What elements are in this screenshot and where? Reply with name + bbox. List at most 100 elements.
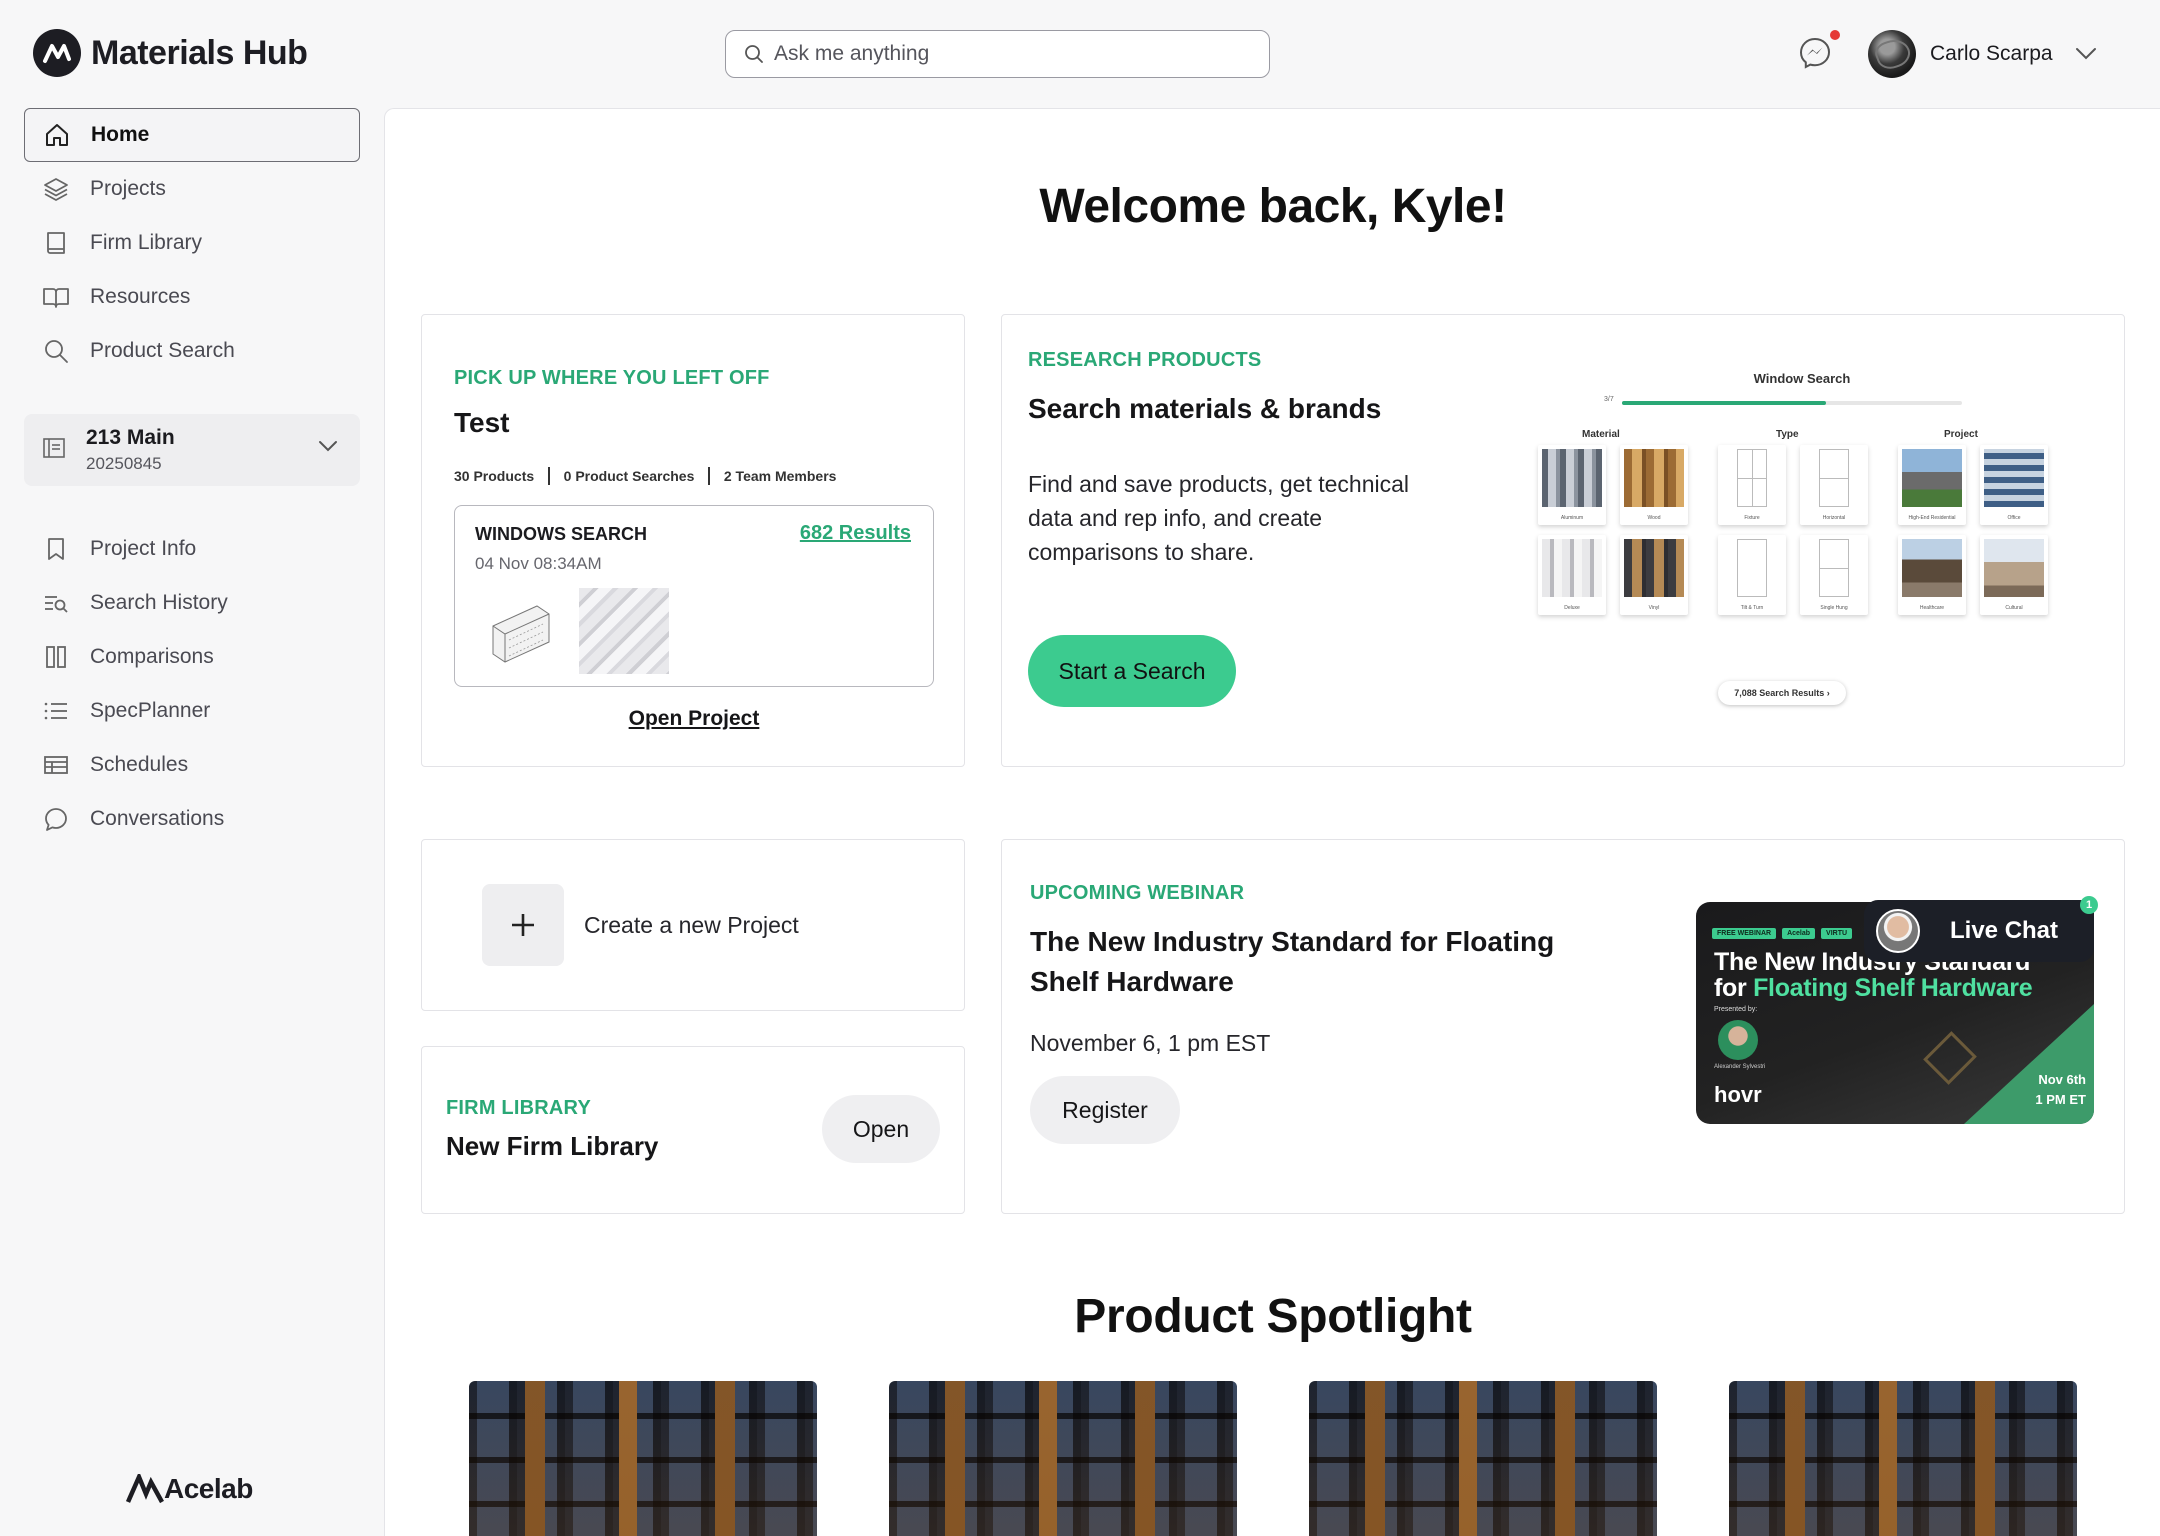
register-button[interactable]: Register: [1030, 1076, 1180, 1144]
search-preview-illustration: Window Search 3/7 Material Type Project …: [1522, 371, 2082, 711]
spotlight-product-card[interactable]: [1309, 1381, 1657, 1536]
pickup-project-title: Test: [454, 407, 510, 438]
bookmark-icon: [42, 535, 70, 563]
sidebar-item-firm-library[interactable]: Firm Library: [24, 216, 360, 270]
speaker-name: Alexander Sylvestri: [1714, 1064, 1766, 1070]
app-name: Materials Hub: [91, 33, 308, 72]
sidebar-item-search-history[interactable]: Search History: [24, 576, 360, 630]
preview-tile: Fixture: [1718, 445, 1786, 525]
banner-headline-accent: Floating Shelf Hardware: [1753, 974, 2033, 1002]
preview-tile-label: Wood: [1647, 515, 1661, 521]
preview-tile: Office: [1980, 445, 2048, 525]
start-search-button[interactable]: Start a Search: [1028, 635, 1236, 707]
search-input[interactable]: [774, 42, 1254, 66]
open-project-link[interactable]: Open Project: [422, 707, 966, 731]
project-selector[interactable]: 213 Main 20250845: [24, 414, 360, 486]
sidebar-item-project-info[interactable]: Project Info: [24, 522, 360, 576]
spotlight-product-card[interactable]: [1729, 1381, 2077, 1536]
sidebar-item-specplanner[interactable]: SpecPlanner: [24, 684, 360, 738]
messages-button[interactable]: [1798, 30, 1840, 72]
search-icon: [745, 45, 763, 63]
preview-tile-label: Single Hung: [1820, 605, 1848, 611]
search-bar[interactable]: [725, 30, 1270, 78]
brand[interactable]: Materials Hub: [33, 29, 308, 77]
project-code: 20250845: [86, 454, 162, 473]
sidebar-item-projects[interactable]: Projects: [24, 162, 360, 216]
preview-title: Window Search: [1753, 371, 1851, 386]
plus-icon: [482, 884, 564, 966]
top-bar: Materials Hub Carlo Scarpa: [0, 0, 2160, 108]
create-project-label: Create a new Project: [584, 912, 799, 938]
preview-tile-label: Aluminum: [1560, 515, 1584, 521]
firm-library-eyebrow: FIRM LIBRARY: [446, 1097, 591, 1119]
sidebar-item-label: Product Search: [90, 339, 235, 362]
page-title: Welcome back, Kyle!: [1039, 180, 1507, 233]
preview-tile-label: Tilt & Turn: [1740, 605, 1764, 611]
sidebar-item-conversations[interactable]: Conversations: [24, 792, 360, 846]
acelab-logo-icon: [126, 1474, 164, 1504]
agent-avatar: [1876, 909, 1920, 953]
recent-search-card[interactable]: WINDOWS SEARCH 04 Nov 08:34AM 682 Result…: [454, 505, 934, 687]
sidebar-item-label: Comparisons: [90, 645, 214, 668]
preview-tile-label: Office: [2007, 515, 2021, 521]
sidebar-item-label: Project Info: [90, 537, 197, 560]
product-thumbnail: [492, 605, 550, 663]
preview-tile: Tilt & Turn: [1718, 535, 1786, 615]
sidebar-item-home[interactable]: Home: [24, 108, 360, 162]
sidebar-item-schedules[interactable]: Schedules: [24, 738, 360, 792]
webinar-date: November 6, 1 pm EST: [1030, 1030, 1271, 1056]
sidebar-item-resources[interactable]: Resources: [24, 270, 360, 324]
preview-tile: Horizontal: [1800, 445, 1868, 525]
speaker-avatar: [1718, 1020, 1758, 1060]
banner-tag: FREE WEBINAR: [1712, 928, 1777, 939]
open-firm-library-button[interactable]: Open: [822, 1095, 940, 1163]
create-project-card[interactable]: Create a new Project: [421, 839, 965, 1011]
preview-tile-label: Fixture: [1744, 515, 1760, 521]
stat-team: 2 Team Members: [723, 468, 837, 484]
banner-time: 1 PM ET: [2035, 1092, 2086, 1107]
sidebar-item-comparisons[interactable]: Comparisons: [24, 630, 360, 684]
sidebar-item-label: Firm Library: [90, 231, 203, 254]
spotlight-product-card[interactable]: [469, 1381, 817, 1536]
search-history-icon: [42, 589, 70, 617]
stat-products: 30 Products: [454, 468, 535, 484]
product-thumbnail: [579, 588, 669, 674]
banner-headline-prefix: for: [1714, 974, 1754, 1002]
research-eyebrow: RESEARCH PRODUCTS: [1028, 349, 1262, 371]
user-menu[interactable]: Carlo Scarpa: [1868, 30, 2097, 78]
preview-tile: Cultural: [1980, 535, 2048, 615]
chat-bubble-icon: [42, 805, 70, 833]
research-description: Find and save products, get technical da…: [1028, 471, 1410, 565]
sidebar-item-product-search[interactable]: Product Search: [24, 324, 360, 378]
divider: [708, 467, 710, 485]
preview-step: 3/7: [1604, 396, 1614, 403]
sidebar-item-label: Conversations: [90, 807, 225, 830]
sidebar-item-label: Schedules: [90, 753, 189, 776]
preview-tile-label: High-End Residential: [1908, 515, 1956, 521]
spotlight-product-card[interactable]: [889, 1381, 1237, 1536]
live-chat-button[interactable]: Live Chat 1: [1864, 896, 2098, 962]
preview-column-label: Type: [1776, 429, 1799, 440]
banner-date: Nov 6th: [2038, 1072, 2086, 1087]
acelab-name: Acelab: [164, 1473, 253, 1504]
project-stats: 30 Products 0 Product Searches 2 Team Me…: [454, 467, 836, 485]
preview-results-pill: 7,088 Search Results ›: [1718, 681, 1846, 705]
recent-search-date: 04 Nov 08:34AM: [475, 554, 602, 573]
chevron-down-icon: [319, 441, 337, 452]
banner-tag: VIRTU: [1821, 928, 1853, 939]
preview-tile-label: Healthcare: [1919, 605, 1945, 611]
search-icon: [42, 337, 70, 365]
preview-tile: High-End Residential: [1898, 445, 1966, 525]
open-book-icon: [42, 283, 70, 311]
results-link[interactable]: 682 Results: [800, 522, 911, 545]
research-card: RESEARCH PRODUCTS Search materials & bra…: [1001, 314, 2125, 767]
live-chat-label: Live Chat: [1950, 917, 2059, 944]
live-chat-badge: 1: [2080, 896, 2098, 914]
preview-column-label: Material: [1582, 429, 1620, 440]
preview-tile: Wood: [1620, 445, 1688, 525]
hovr-logo: hovr: [1714, 1082, 1762, 1107]
preview-tile: Healthcare: [1898, 535, 1966, 615]
banner-presented: Presented by:: [1714, 1006, 1758, 1013]
recent-search-title: WINDOWS SEARCH: [475, 524, 647, 544]
banner-tags: FREE WEBINAR Acelab VIRTU: [1712, 928, 1853, 939]
